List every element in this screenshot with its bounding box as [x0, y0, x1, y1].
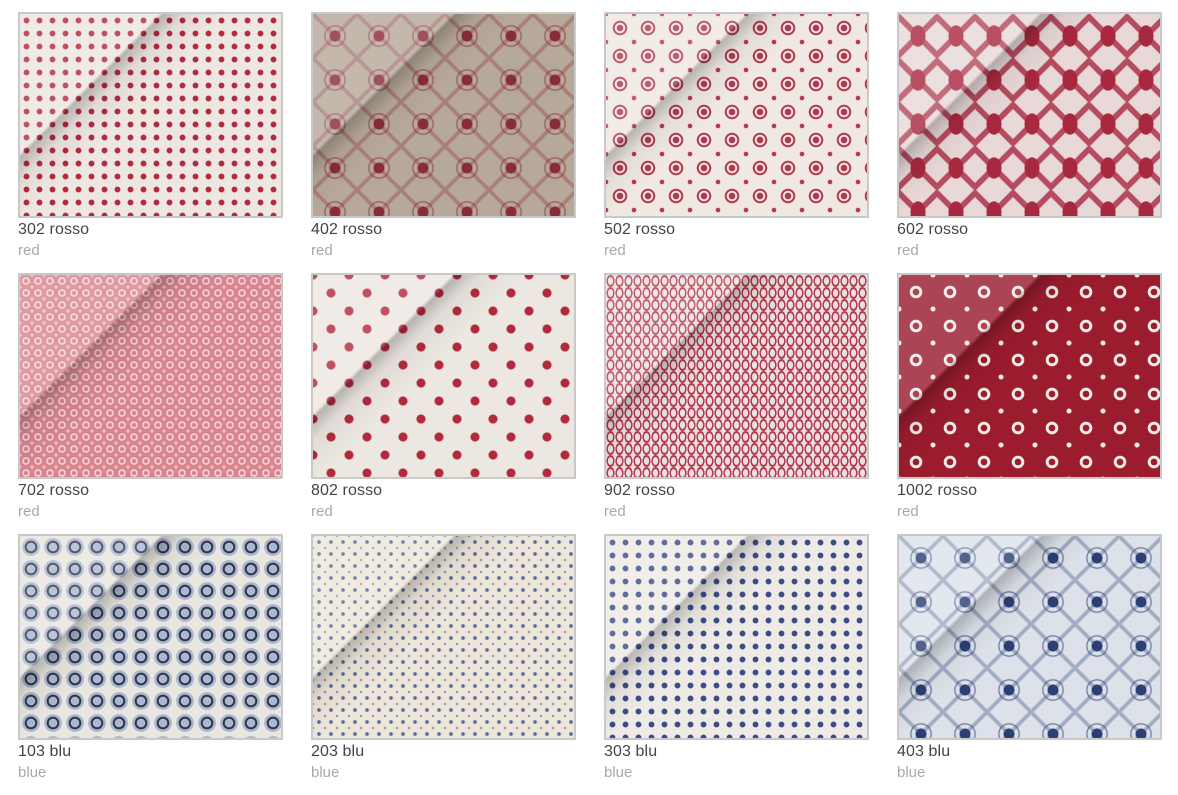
product-name[interactable]: 302 rosso [18, 221, 89, 239]
fabric-fold-shading [20, 536, 281, 738]
fabric-fold-shading [899, 275, 1160, 477]
product-color-label: red [311, 242, 333, 259]
product-color-label: red [604, 242, 626, 259]
fabric-fold-shading [20, 14, 281, 216]
product-name[interactable]: 402 rosso [311, 221, 382, 239]
product-name[interactable]: 403 blu [897, 743, 950, 761]
product-name[interactable]: 702 rosso [18, 482, 89, 500]
fabric-swatch-image[interactable] [897, 12, 1162, 218]
fabric-swatch-image[interactable] [604, 273, 869, 479]
fabric-swatch-image[interactable] [604, 12, 869, 218]
product-card[interactable]: 103 blu blue [18, 534, 283, 795]
product-name[interactable]: 902 rosso [604, 482, 675, 500]
product-card[interactable]: 303 blu blue [604, 534, 869, 795]
product-color-label: red [311, 503, 333, 520]
product-color-label: red [18, 503, 40, 520]
product-color-label: blue [897, 764, 926, 781]
product-color-label: red [897, 242, 919, 259]
product-name[interactable]: 1002 rosso [897, 482, 977, 500]
fabric-fold-shading [899, 536, 1160, 738]
product-card[interactable]: 1002 rosso red [897, 273, 1162, 534]
fabric-fold-shading [20, 275, 281, 477]
product-name[interactable]: 103 blu [18, 743, 71, 761]
product-card[interactable]: 402 rosso red [311, 12, 576, 273]
product-name[interactable]: 303 blu [604, 743, 657, 761]
product-color-label: red [18, 242, 40, 259]
fabric-swatch-image[interactable] [18, 12, 283, 218]
fabric-swatch-image[interactable] [897, 534, 1162, 740]
product-name[interactable]: 602 rosso [897, 221, 968, 239]
fabric-swatch-image[interactable] [18, 534, 283, 740]
fabric-fold-shading [899, 14, 1160, 216]
product-color-label: blue [604, 764, 633, 781]
product-color-label: blue [18, 764, 47, 781]
fabric-swatch-image[interactable] [311, 12, 576, 218]
product-name[interactable]: 802 rosso [311, 482, 382, 500]
fabric-swatch-image[interactable] [18, 273, 283, 479]
product-card[interactable]: 203 blu blue [311, 534, 576, 795]
product-card[interactable]: 403 blu blue [897, 534, 1162, 795]
product-name[interactable]: 203 blu [311, 743, 364, 761]
fabric-swatch-image[interactable] [311, 273, 576, 479]
fabric-swatch-image[interactable] [311, 534, 576, 740]
product-card[interactable]: 502 rosso red [604, 12, 869, 273]
fabric-swatch-image[interactable] [897, 273, 1162, 479]
fabric-fold-shading [313, 275, 574, 477]
fabric-fold-shading [606, 14, 867, 216]
product-card[interactable]: 802 rosso red [311, 273, 576, 534]
product-card[interactable]: 902 rosso red [604, 273, 869, 534]
product-card[interactable]: 702 rosso red [18, 273, 283, 534]
product-card[interactable]: 602 rosso red [897, 12, 1162, 273]
fabric-fold-shading [313, 536, 574, 738]
fabric-fold-shading [606, 275, 867, 477]
fabric-swatch-image[interactable] [604, 534, 869, 740]
product-color-label: blue [311, 764, 340, 781]
product-grid: 302 rosso red 402 rosso red 502 rosso red 602 … [18, 12, 1162, 795]
product-color-label: red [604, 503, 626, 520]
product-color-label: red [897, 503, 919, 520]
product-card[interactable]: 302 rosso red [18, 12, 283, 273]
fabric-fold-shading [606, 536, 867, 738]
fabric-fold-shading [313, 14, 574, 216]
product-name[interactable]: 502 rosso [604, 221, 675, 239]
